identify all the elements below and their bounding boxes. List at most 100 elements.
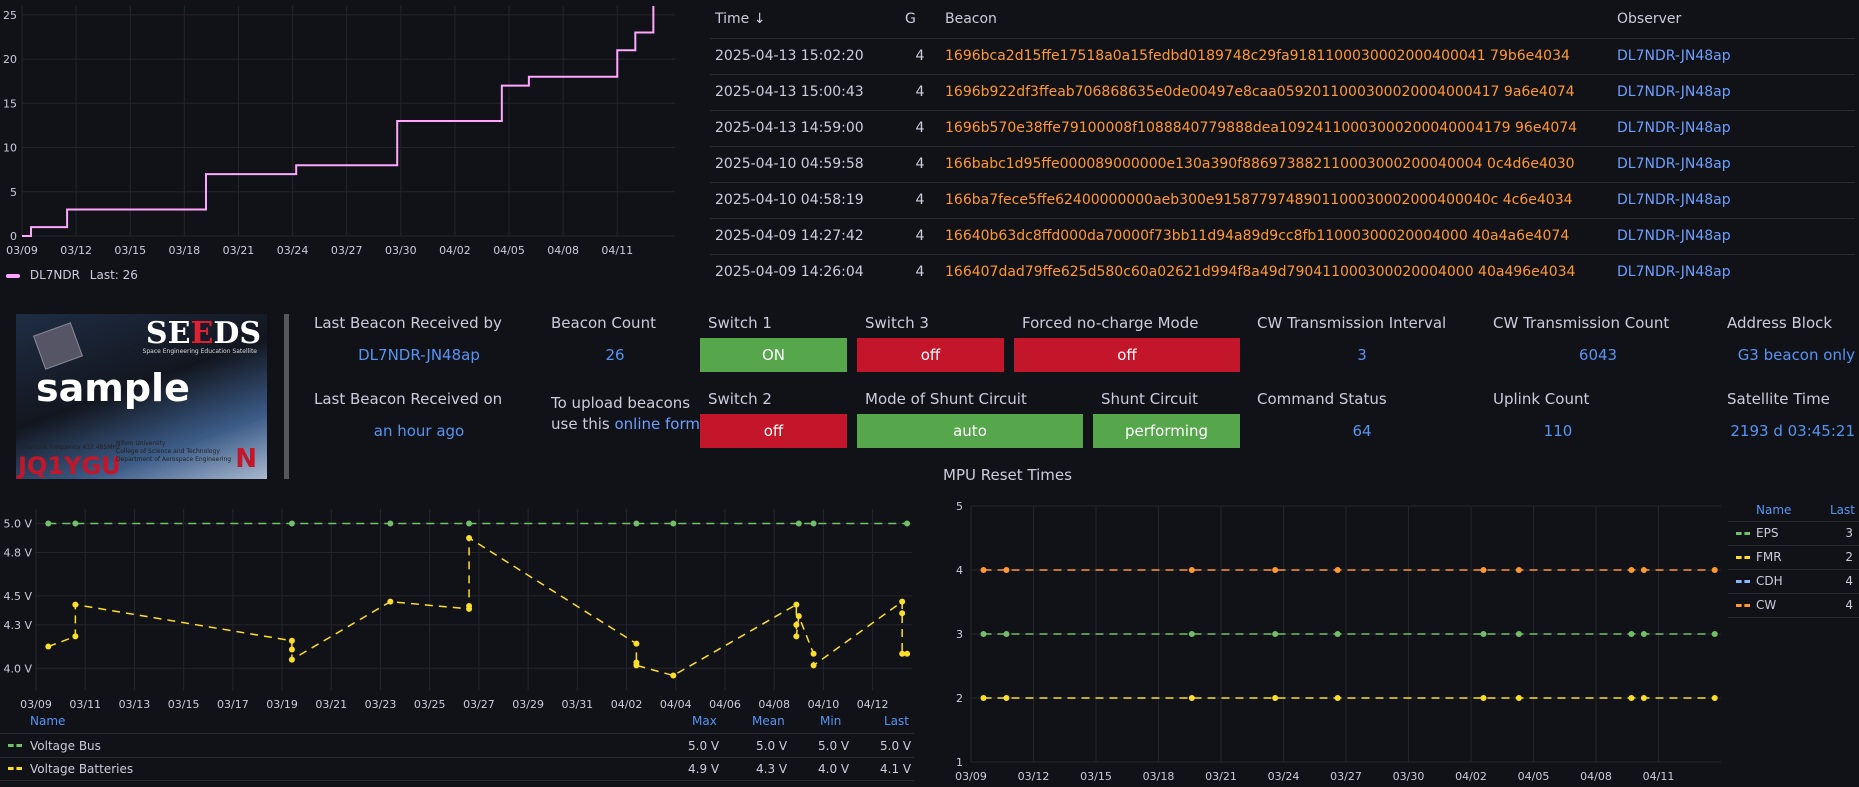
uplink-count-value[interactable]: 110 <box>1493 422 1623 440</box>
cell-observer[interactable]: DL7NDR-JN48ap <box>1612 110 1855 147</box>
mpu-legend-row[interactable]: CDH 4 <box>1728 570 1859 594</box>
column-header-beacon[interactable]: Beacon <box>940 0 1612 39</box>
data-point[interactable] <box>1188 567 1195 573</box>
data-point[interactable] <box>288 637 295 644</box>
mpu-legend-row[interactable]: CW 4 <box>1728 594 1859 618</box>
data-point[interactable] <box>45 643 52 650</box>
data-point[interactable] <box>904 520 911 527</box>
chart-legend[interactable]: DL7NDR Last: 26 <box>6 268 138 282</box>
command-status-value[interactable]: 64 <box>1257 422 1467 440</box>
data-point[interactable] <box>1640 567 1647 573</box>
legend-header-last[interactable]: Last <box>884 714 909 728</box>
cell-observer[interactable]: DL7NDR-JN48ap <box>1612 74 1855 111</box>
data-point[interactable] <box>1711 567 1718 573</box>
data-point[interactable] <box>45 520 52 527</box>
online-form-link[interactable]: online form <box>614 415 700 433</box>
data-point[interactable] <box>795 613 802 620</box>
data-point[interactable] <box>633 520 640 527</box>
data-point[interactable] <box>904 650 911 657</box>
table-row[interactable]: 2025-04-13 14:59:00 4 1696b570e38ffe791000… <box>710 110 1855 147</box>
data-point[interactable] <box>466 534 473 541</box>
data-point[interactable] <box>466 520 473 527</box>
data-point[interactable] <box>1711 631 1718 637</box>
data-point[interactable] <box>795 520 802 527</box>
cw-interval-value[interactable]: 3 <box>1257 346 1467 364</box>
last-beacon-received-on-value[interactable]: an hour ago <box>314 422 524 440</box>
data-point[interactable] <box>1515 631 1522 637</box>
mpu-legend-header-last[interactable]: Last <box>1830 503 1855 517</box>
data-point[interactable] <box>1334 631 1341 637</box>
data-point[interactable] <box>1480 695 1487 701</box>
series-line-dl7ndr[interactable] <box>22 6 655 237</box>
data-point[interactable] <box>72 633 79 640</box>
data-point[interactable] <box>899 598 906 605</box>
legend-row[interactable]: Voltage Bus 5.0 V 5.0 V 5.0 V 5.0 V <box>0 736 914 758</box>
table-row[interactable]: 2025-04-13 15:00:43 4 1696b922df3ffeab7068… <box>710 74 1855 111</box>
data-point[interactable] <box>633 662 640 669</box>
data-point[interactable] <box>810 650 817 657</box>
data-point[interactable] <box>980 695 987 701</box>
table-row[interactable]: 2025-04-13 15:02:20 4 1696bca2d15ffe17518a… <box>710 38 1855 75</box>
table-row[interactable]: 2025-04-09 14:27:42 4 16640b63dc8ffd000da7… <box>710 218 1855 255</box>
data-point[interactable] <box>466 603 473 610</box>
data-point[interactable] <box>288 646 295 653</box>
data-point[interactable] <box>1640 631 1647 637</box>
data-point[interactable] <box>980 631 987 637</box>
data-point[interactable] <box>1711 695 1718 701</box>
satellite-time-value[interactable]: 2193 d 03:45:21 <box>1727 422 1855 440</box>
legend-header-max[interactable]: Max <box>692 714 717 728</box>
data-point[interactable] <box>387 598 394 605</box>
data-point[interactable] <box>1272 695 1279 701</box>
data-point[interactable] <box>899 610 906 617</box>
data-point[interactable] <box>1003 567 1010 573</box>
data-point[interactable] <box>1515 567 1522 573</box>
legend-header-mean[interactable]: Mean <box>752 714 785 728</box>
data-point[interactable] <box>810 662 817 669</box>
data-point[interactable] <box>288 520 295 527</box>
data-point[interactable] <box>387 520 394 527</box>
data-point[interactable] <box>980 567 987 573</box>
data-point[interactable] <box>670 672 677 679</box>
data-point[interactable] <box>1188 631 1195 637</box>
address-block-value[interactable]: G3 beacon only <box>1727 346 1855 364</box>
mpu-legend-row[interactable]: FMR 2 <box>1728 546 1859 570</box>
data-point[interactable] <box>1003 631 1010 637</box>
data-point[interactable] <box>670 520 677 527</box>
data-point[interactable] <box>793 621 800 628</box>
legend-row[interactable]: Voltage Batteries 4.9 V 4.3 V 4.0 V 4.1 V <box>0 759 914 781</box>
data-point[interactable] <box>1628 695 1635 701</box>
data-point[interactable] <box>72 520 79 527</box>
table-row[interactable]: 2025-04-10 04:58:19 4 166ba7fece5ffe624000… <box>710 182 1855 219</box>
data-point[interactable] <box>288 656 295 663</box>
column-header-g[interactable]: G <box>900 0 940 39</box>
table-row[interactable]: 2025-04-10 04:59:58 4 166babc1d95ffe000089… <box>710 146 1855 183</box>
data-point[interactable] <box>1334 695 1341 701</box>
beacon-count-value[interactable]: 26 <box>551 346 679 364</box>
data-point[interactable] <box>1334 567 1341 573</box>
mpu-legend-row[interactable]: EPS 3 <box>1728 522 1859 546</box>
cell-observer[interactable]: DL7NDR-JN48ap <box>1612 218 1855 255</box>
last-beacon-received-by-value[interactable]: DL7NDR-JN48ap <box>314 346 524 364</box>
legend-header-min[interactable]: Min <box>820 714 841 728</box>
data-point[interactable] <box>1480 567 1487 573</box>
data-point[interactable] <box>1188 695 1195 701</box>
table-row[interactable]: 2025-04-09 14:26:04 4 166407dad79ffe625d58… <box>710 254 1855 282</box>
cell-observer[interactable]: DL7NDR-JN48ap <box>1612 254 1855 282</box>
data-point[interactable] <box>793 633 800 640</box>
data-point[interactable] <box>793 601 800 608</box>
data-point[interactable] <box>1628 567 1635 573</box>
cell-observer[interactable]: DL7NDR-JN48ap <box>1612 182 1855 219</box>
data-point[interactable] <box>810 520 817 527</box>
data-point[interactable] <box>1272 567 1279 573</box>
data-point[interactable] <box>1628 631 1635 637</box>
column-header-observer[interactable]: Observer <box>1612 0 1855 39</box>
series-line-voltage-batteries[interactable] <box>48 536 908 677</box>
data-point[interactable] <box>1272 631 1279 637</box>
data-point[interactable] <box>72 601 79 608</box>
data-point[interactable] <box>1480 631 1487 637</box>
data-point[interactable] <box>1003 695 1010 701</box>
data-point[interactable] <box>633 640 640 647</box>
data-point[interactable] <box>1515 695 1522 701</box>
cw-count-value[interactable]: 6043 <box>1493 346 1703 364</box>
cell-observer[interactable]: DL7NDR-JN48ap <box>1612 38 1855 75</box>
